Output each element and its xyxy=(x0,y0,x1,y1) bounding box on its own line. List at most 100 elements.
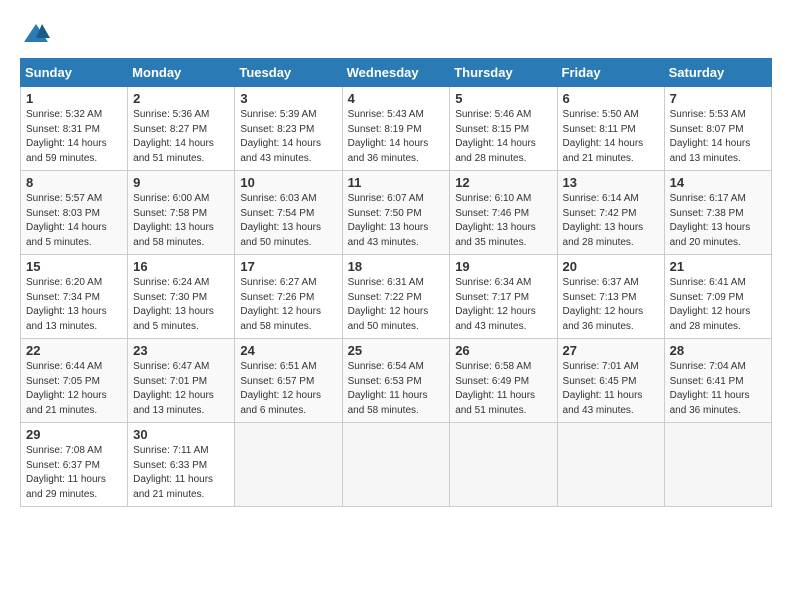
day-info: Sunrise: 5:36 AM Sunset: 8:27 PM Dayligh… xyxy=(133,108,229,166)
day-info: Sunrise: 6:07 AM Sunset: 7:50 PM Dayligh… xyxy=(348,192,445,250)
calendar-day-cell: 10 Sunrise: 6:03 AM Sunset: 7:54 PM Dayli… xyxy=(235,171,342,255)
day-info: Sunrise: 5:53 AM Sunset: 8:07 PM Dayligh… xyxy=(670,108,766,166)
day-info: Sunrise: 6:17 AM Sunset: 7:38 PM Dayligh… xyxy=(670,192,766,250)
calendar-day-cell: 12 Sunrise: 6:10 AM Sunset: 7:46 PM Dayli… xyxy=(450,171,557,255)
day-info: Sunrise: 6:31 AM Sunset: 7:22 PM Dayligh… xyxy=(348,276,445,334)
day-info: Sunrise: 6:10 AM Sunset: 7:46 PM Dayligh… xyxy=(455,192,551,250)
day-number: 24 xyxy=(240,343,336,358)
calendar-day-cell: 7 Sunrise: 5:53 AM Sunset: 8:07 PM Daylig… xyxy=(664,87,771,171)
day-info: Sunrise: 7:08 AM Sunset: 6:37 PM Dayligh… xyxy=(26,444,122,502)
calendar-day-cell: 13 Sunrise: 6:14 AM Sunset: 7:42 PM Dayli… xyxy=(557,171,664,255)
day-number: 8 xyxy=(26,175,122,190)
calendar-day-cell: 1 Sunrise: 5:32 AM Sunset: 8:31 PM Daylig… xyxy=(21,87,128,171)
calendar-week-row: 22 Sunrise: 6:44 AM Sunset: 7:05 PM Dayli… xyxy=(21,339,772,423)
days-of-week-row: SundayMondayTuesdayWednesdayThursdayFrid… xyxy=(21,59,772,87)
calendar-day-cell: 4 Sunrise: 5:43 AM Sunset: 8:19 PM Daylig… xyxy=(342,87,450,171)
day-number: 23 xyxy=(133,343,229,358)
day-number: 9 xyxy=(133,175,229,190)
calendar-day-cell: 5 Sunrise: 5:46 AM Sunset: 8:15 PM Daylig… xyxy=(450,87,557,171)
day-info: Sunrise: 5:32 AM Sunset: 8:31 PM Dayligh… xyxy=(26,108,122,166)
calendar-day-cell: 27 Sunrise: 7:01 AM Sunset: 6:45 PM Dayli… xyxy=(557,339,664,423)
calendar-day-cell: 25Sunrise: 6:54 AM Sunset: 6:53 PM Dayli… xyxy=(342,339,450,423)
calendar-day-cell: 24 Sunrise: 6:51 AM Sunset: 6:57 PM Dayli… xyxy=(235,339,342,423)
day-number: 3 xyxy=(240,91,336,106)
calendar-day-cell: 11Sunrise: 6:07 AM Sunset: 7:50 PM Dayli… xyxy=(342,171,450,255)
header xyxy=(20,20,772,48)
dow-header: Saturday xyxy=(664,59,771,87)
day-number: 19 xyxy=(455,259,551,274)
day-number: 18 xyxy=(348,259,445,274)
day-info: Sunrise: 5:43 AM Sunset: 8:19 PM Dayligh… xyxy=(348,108,445,166)
calendar-day-cell: 16 Sunrise: 6:24 AM Sunset: 7:30 PM Dayli… xyxy=(128,255,235,339)
day-number: 27 xyxy=(563,343,659,358)
day-number: 13 xyxy=(563,175,659,190)
calendar-day-cell: 23Sunrise: 6:47 AM Sunset: 7:01 PM Dayli… xyxy=(128,339,235,423)
logo-text xyxy=(20,20,50,48)
calendar-day-cell xyxy=(342,423,450,507)
day-info: Sunrise: 6:14 AM Sunset: 7:42 PM Dayligh… xyxy=(563,192,659,250)
day-info: Sunrise: 6:44 AM Sunset: 7:05 PM Dayligh… xyxy=(26,360,122,418)
calendar-week-row: 8 Sunrise: 5:57 AM Sunset: 8:03 PM Daylig… xyxy=(21,171,772,255)
day-number: 30 xyxy=(133,427,229,442)
day-number: 22 xyxy=(26,343,122,358)
day-info: Sunrise: 6:37 AM Sunset: 7:13 PM Dayligh… xyxy=(563,276,659,334)
calendar-day-cell: 17 Sunrise: 6:27 AM Sunset: 7:26 PM Dayli… xyxy=(235,255,342,339)
calendar-week-row: 15 Sunrise: 6:20 AM Sunset: 7:34 PM Dayli… xyxy=(21,255,772,339)
day-info: Sunrise: 6:54 AM Sunset: 6:53 PM Dayligh… xyxy=(348,360,445,418)
calendar-day-cell: 30 Sunrise: 7:11 AM Sunset: 6:33 PM Dayli… xyxy=(128,423,235,507)
calendar-week-row: 1 Sunrise: 5:32 AM Sunset: 8:31 PM Daylig… xyxy=(21,87,772,171)
day-info: Sunrise: 7:01 AM Sunset: 6:45 PM Dayligh… xyxy=(563,360,659,418)
day-number: 1 xyxy=(26,91,122,106)
day-info: Sunrise: 6:00 AM Sunset: 7:58 PM Dayligh… xyxy=(133,192,229,250)
calendar-day-cell: 15 Sunrise: 6:20 AM Sunset: 7:34 PM Dayli… xyxy=(21,255,128,339)
day-info: Sunrise: 7:04 AM Sunset: 6:41 PM Dayligh… xyxy=(670,360,766,418)
dow-header: Wednesday xyxy=(342,59,450,87)
calendar-day-cell: 21 Sunrise: 6:41 AM Sunset: 7:09 PM Dayli… xyxy=(664,255,771,339)
dow-header: Monday xyxy=(128,59,235,87)
day-number: 16 xyxy=(133,259,229,274)
calendar-table: SundayMondayTuesdayWednesdayThursdayFrid… xyxy=(20,58,772,507)
day-info: Sunrise: 5:46 AM Sunset: 8:15 PM Dayligh… xyxy=(455,108,551,166)
calendar-day-cell: 29 Sunrise: 7:08 AM Sunset: 6:37 PM Dayli… xyxy=(21,423,128,507)
day-number: 15 xyxy=(26,259,122,274)
day-info: Sunrise: 6:03 AM Sunset: 7:54 PM Dayligh… xyxy=(240,192,336,250)
calendar-day-cell: 26Sunrise: 6:58 AM Sunset: 6:49 PM Dayli… xyxy=(450,339,557,423)
dow-header: Thursday xyxy=(450,59,557,87)
day-info: Sunrise: 5:57 AM Sunset: 8:03 PM Dayligh… xyxy=(26,192,122,250)
calendar-day-cell xyxy=(235,423,342,507)
calendar-day-cell: 3 Sunrise: 5:39 AM Sunset: 8:23 PM Daylig… xyxy=(235,87,342,171)
day-info: Sunrise: 5:50 AM Sunset: 8:11 PM Dayligh… xyxy=(563,108,659,166)
calendar-day-cell: 9 Sunrise: 6:00 AM Sunset: 7:58 PM Daylig… xyxy=(128,171,235,255)
calendar-day-cell: 28Sunrise: 7:04 AM Sunset: 6:41 PM Dayli… xyxy=(664,339,771,423)
day-number: 20 xyxy=(563,259,659,274)
calendar-day-cell xyxy=(664,423,771,507)
day-info: Sunrise: 6:20 AM Sunset: 7:34 PM Dayligh… xyxy=(26,276,122,334)
calendar-day-cell: 2 Sunrise: 5:36 AM Sunset: 8:27 PM Daylig… xyxy=(128,87,235,171)
day-number: 17 xyxy=(240,259,336,274)
day-info: Sunrise: 6:34 AM Sunset: 7:17 PM Dayligh… xyxy=(455,276,551,334)
day-number: 2 xyxy=(133,91,229,106)
day-number: 12 xyxy=(455,175,551,190)
day-number: 5 xyxy=(455,91,551,106)
day-info: Sunrise: 6:27 AM Sunset: 7:26 PM Dayligh… xyxy=(240,276,336,334)
day-number: 26 xyxy=(455,343,551,358)
day-number: 29 xyxy=(26,427,122,442)
day-number: 14 xyxy=(670,175,766,190)
calendar-day-cell: 19 Sunrise: 6:34 AM Sunset: 7:17 PM Dayli… xyxy=(450,255,557,339)
day-info: Sunrise: 5:39 AM Sunset: 8:23 PM Dayligh… xyxy=(240,108,336,166)
calendar-day-cell xyxy=(450,423,557,507)
day-number: 21 xyxy=(670,259,766,274)
calendar-day-cell: 14 Sunrise: 6:17 AM Sunset: 7:38 PM Dayli… xyxy=(664,171,771,255)
dow-header: Tuesday xyxy=(235,59,342,87)
day-number: 7 xyxy=(670,91,766,106)
logo xyxy=(20,20,50,48)
calendar-day-cell: 6Sunrise: 5:50 AM Sunset: 8:11 PM Daylig… xyxy=(557,87,664,171)
day-info: Sunrise: 6:24 AM Sunset: 7:30 PM Dayligh… xyxy=(133,276,229,334)
day-info: Sunrise: 7:11 AM Sunset: 6:33 PM Dayligh… xyxy=(133,444,229,502)
calendar-body: 1 Sunrise: 5:32 AM Sunset: 8:31 PM Daylig… xyxy=(21,87,772,507)
day-info: Sunrise: 6:51 AM Sunset: 6:57 PM Dayligh… xyxy=(240,360,336,418)
dow-header: Friday xyxy=(557,59,664,87)
day-number: 4 xyxy=(348,91,445,106)
day-info: Sunrise: 6:41 AM Sunset: 7:09 PM Dayligh… xyxy=(670,276,766,334)
day-number: 10 xyxy=(240,175,336,190)
